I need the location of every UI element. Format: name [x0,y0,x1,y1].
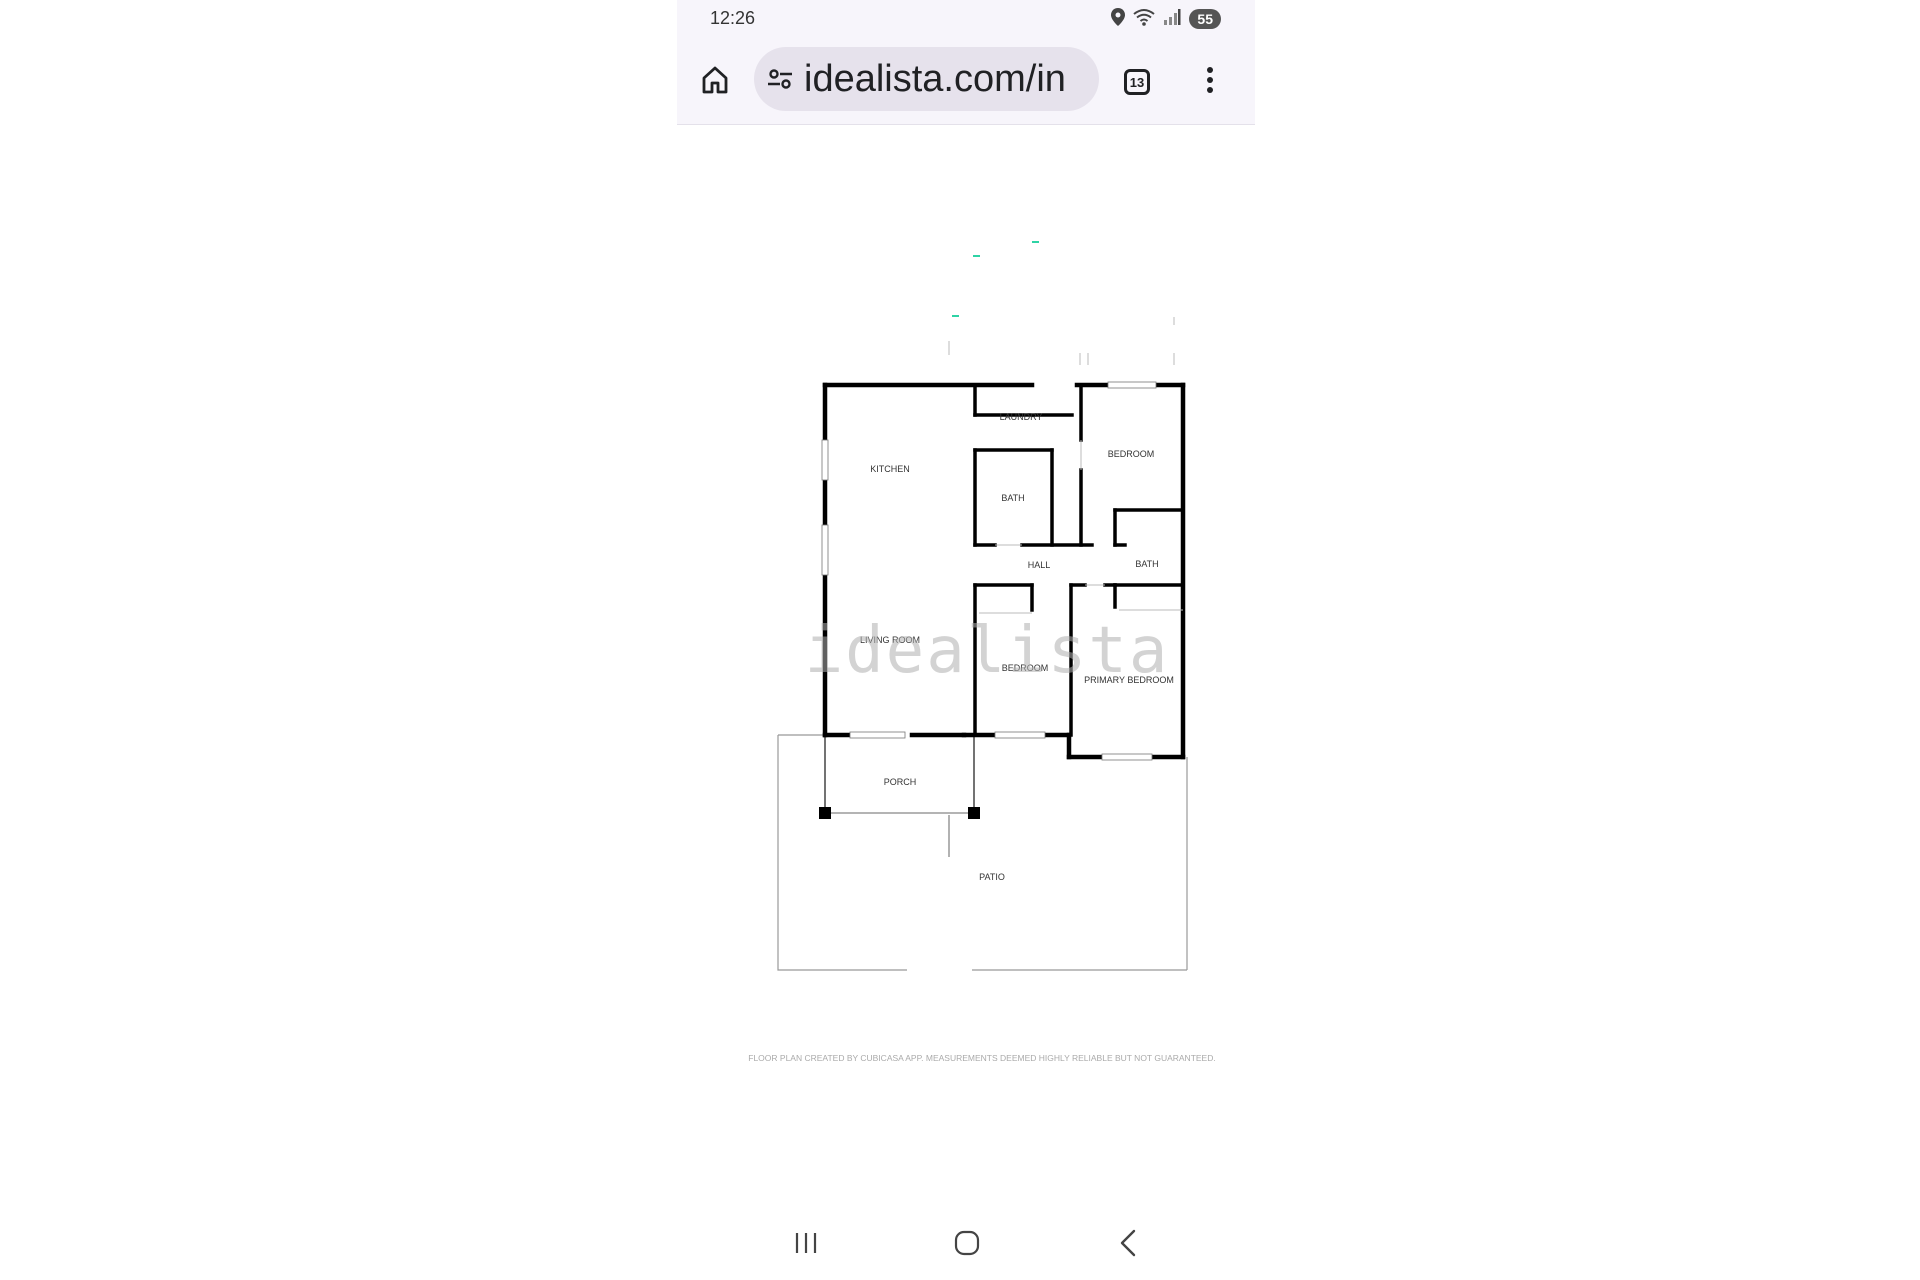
room-label-bedroom-top: BEDROOM [1108,449,1155,459]
back-icon [1118,1229,1138,1262]
room-label-bath-right: BATH [1135,559,1158,569]
battery-badge: 55 [1189,9,1221,29]
home-nav-icon [953,1229,981,1262]
page-content[interactable]: LAUNDRY KITCHEN BEDROOM BATH HALL BATH L… [677,125,1255,1210]
address-bar[interactable]: idealista.com/in [754,47,1099,111]
status-bar: 12:26 55 [677,0,1255,40]
home-icon [700,65,730,100]
wifi-icon [1133,8,1156,31]
room-label-kitchen: KITCHEN [870,464,910,474]
recents-button[interactable] [781,1220,831,1270]
status-time: 12:26 [710,8,756,28]
back-button[interactable] [1103,1220,1153,1270]
top-markers [948,241,1175,365]
window-marks [821,381,1157,761]
location-icon [1111,7,1126,31]
tune-icon[interactable] [766,65,794,93]
tabs-icon: 13 [1124,69,1150,95]
floor-plan-image: LAUNDRY KITCHEN BEDROOM BATH HALL BATH L… [748,241,1216,1063]
watermark-text: idealista [805,614,1170,688]
signal-icon [1163,8,1181,31]
status-icons: 55 [1111,7,1221,31]
floor-plan-disclaimer: FLOOR PLAN CREATED BY CUBICASA APP. MEAS… [748,1053,1215,1063]
home-button[interactable] [693,60,737,104]
room-label-patio: PATIO [979,872,1005,882]
system-nav-bar [677,1210,1255,1280]
browser-toolbar: idealista.com/in 13 [677,40,1255,125]
room-label-laundry: LAUNDRY [1000,412,1043,422]
tab-switcher-button[interactable]: 13 [1117,62,1157,102]
phone-screen: 12:26 55 idealista.com/in 13 LAUNDRY KIT… [677,0,1255,1280]
patio-outline [777,734,1188,971]
recents-icon [793,1231,819,1260]
home-nav-button[interactable] [942,1220,992,1270]
room-label-porch: PORCH [884,777,917,787]
more-vert-icon [1205,65,1215,100]
exterior-walls [822,382,1186,760]
tab-count: 13 [1129,74,1145,90]
room-label-bath-left: BATH [1001,493,1024,503]
menu-button[interactable] [1190,62,1230,102]
room-label-hall: HALL [1028,560,1051,570]
url-text[interactable]: idealista.com/in [804,58,1066,101]
